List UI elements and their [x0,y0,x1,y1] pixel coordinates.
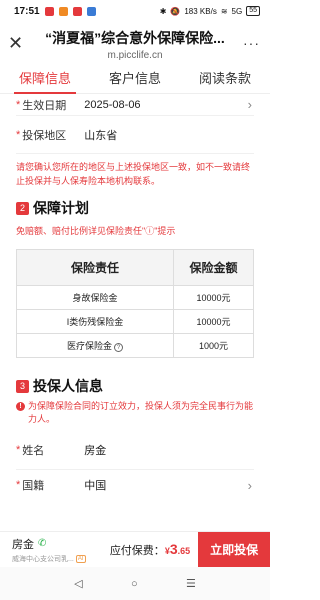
agent-company: 威海中心支公司乳... [12,555,74,563]
region-row: * 投保地区 山东省 [16,116,254,154]
phone-icon[interactable]: ✆ [38,538,46,549]
section-coverage-plan: 2 保障计划 [16,198,254,218]
effective-date-value: 2025-08-06 [84,98,141,111]
app-notification-icon [58,6,68,16]
column-header: 保险责任 [16,249,174,286]
section-title: 投保人信息 [33,378,103,394]
tab-bar: 保障信息 客户信息 阅读条款 [0,66,270,94]
help-icon[interactable]: ? [114,343,123,352]
required-marker: * [16,479,21,491]
app-notification-icon [72,6,82,16]
coverage-amount: 10000元 [173,309,254,334]
coverage-name: 医疗保险金 [66,341,112,351]
page-title: “消夏福”综合意外保障保险... [45,29,225,46]
region-label: 投保地区 [22,129,67,142]
applicant-name-row[interactable]: * 姓名 房金 [16,430,254,470]
home-icon[interactable]: ○ [131,578,138,590]
page-url: m.picclife.cn [107,49,163,61]
ai-badge: AI [75,554,86,563]
nationality-value: 中国 [84,480,107,492]
battery-icon: 55 [246,6,260,16]
agent-name: 房金 [12,538,34,551]
wifi-icon: ≋ [220,6,228,16]
coverage-amount: 1000元 [173,333,254,358]
status-bar: 17:51 ✱ 🔕 183 KB/s ≋ 5G 55 [0,0,270,22]
bottom-action-bar: 房金 ✆ 威海中心支公司乳... AI 应付保费：¥3.65 立即投保 [0,531,270,568]
table-row: 身故保险金 10000元 [16,285,254,310]
recents-icon[interactable]: ☰ [186,577,196,590]
effective-date-row[interactable]: * 生效日期 2025-08-06 › [16,94,254,116]
mute-icon: 🔕 [170,6,181,16]
close-icon[interactable]: ✕ [8,34,23,52]
premium-integer: 3 [169,541,178,557]
chevron-right-icon: › [247,97,252,112]
tab-customer-info[interactable]: 客户信息 [90,66,180,93]
region-value: 山东省 [84,129,118,142]
system-nav-bar: ◁ ○ ☰ [0,567,270,600]
coverage-plan-hint: 免赔额、赔付比例详见保险责任"ⓘ"提示 [16,226,176,236]
app-notification-icon [86,6,96,16]
required-marker: * [16,98,21,111]
applicant-name-label: 姓名 [22,444,45,457]
section-title: 保障计划 [33,200,89,216]
status-time: 17:51 [14,5,40,17]
signal-label: 5G [231,6,243,16]
required-marker: * [16,443,21,456]
applicant-note: ! 为保障保险合同的订立效力，投保人须为完全民事行为能力人。 [16,400,254,426]
nationality-row[interactable]: * 国籍 中国 › [16,470,254,500]
premium-label: 应付保费： [109,545,165,557]
premium-decimal: .65 [177,546,191,556]
section-applicant-info: 3 投保人信息 [16,376,254,396]
network-speed: 183 KB/s [184,6,217,16]
effective-date-label: 生效日期 [22,99,67,112]
nationality-label: 国籍 [22,480,45,492]
alert-icon: ! [16,402,25,411]
coverage-amount: 10000元 [173,285,254,310]
tab-read-terms[interactable]: 阅读条款 [180,66,270,93]
applicant-note-text: 为保障保险合同的订立效力，投保人须为完全民事行为能力人。 [28,401,254,424]
section-number: 2 [16,201,29,215]
apply-now-button[interactable]: 立即投保 [198,531,270,568]
coverage-name: 身故保险金 [16,285,174,310]
table-row: I类伤残保险金 10000元 [16,309,254,334]
agent-info: 房金 ✆ 威海中心支公司乳... AI [0,536,110,564]
table-header-row: 保险责任 保险金额 [16,249,254,286]
coverage-cell: 医疗保险金? [16,333,174,358]
bluetooth-icon: ✱ [159,6,167,16]
coverage-table: 保险责任 保险金额 身故保险金 10000元 I类伤残保险金 10000元 医疗… [16,249,254,358]
premium-display: 应付保费：¥3.65 [110,541,198,558]
column-header: 保险金额 [173,249,254,286]
coverage-name: I类伤残保险金 [16,309,174,334]
region-notice: 请您确认您所在的地区与上述投保地区一致，如不一致请终止投保并与人保寿险本地机构联… [16,162,251,186]
applicant-name-field[interactable]: 房金 [84,442,106,458]
main-content: * 生效日期 2025-08-06 › * 投保地区 山东省 请您确认您所在的地… [0,94,270,500]
chevron-right-icon: › [247,477,252,493]
title-bar: ✕ “消夏福”综合意外保障保险... m.picclife.cn ··· [0,22,270,66]
table-row: 医疗保险金? 1000元 [16,333,254,358]
more-menu-icon[interactable]: ··· [243,35,260,51]
section-number: 3 [16,379,29,393]
back-icon[interactable]: ◁ [74,577,82,590]
required-marker: * [16,128,21,141]
app-notification-icon [44,6,54,16]
tab-coverage-info[interactable]: 保障信息 [0,66,90,94]
